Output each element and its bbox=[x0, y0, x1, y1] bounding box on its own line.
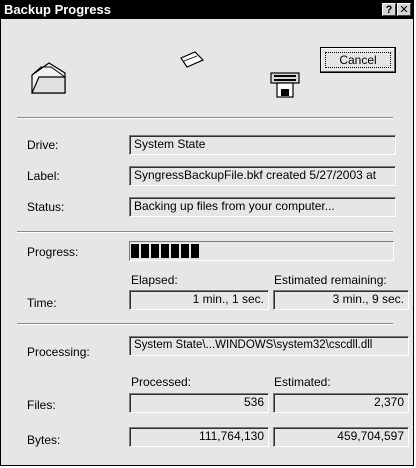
separator bbox=[17, 323, 393, 325]
bytes-label: Bytes: bbox=[27, 433, 61, 447]
files-label: Files: bbox=[27, 398, 56, 412]
folder-icon bbox=[31, 62, 66, 94]
help-button[interactable]: ? bbox=[382, 3, 396, 16]
time-label: Time: bbox=[27, 296, 57, 310]
progress-block bbox=[191, 244, 199, 258]
bytes-processed-field: 111,764,130 bbox=[129, 427, 269, 447]
progress-block bbox=[181, 244, 189, 258]
elapsed-header: Elapsed: bbox=[131, 273, 178, 287]
estimated-header: Estimated: bbox=[274, 375, 331, 389]
processed-header: Processed: bbox=[131, 375, 192, 389]
separator bbox=[17, 231, 393, 233]
label-field: SyngressBackupFile.bkf created 5/27/2003… bbox=[129, 166, 396, 186]
cancel-button-label: Cancel bbox=[325, 52, 391, 68]
status-label: Status: bbox=[27, 200, 65, 214]
processing-field: System State\...WINDOWS\system32\cscdll.… bbox=[129, 336, 409, 356]
window-title: Backup Progress bbox=[4, 2, 111, 17]
drive-label: Drive: bbox=[27, 138, 59, 152]
label-label: Label: bbox=[27, 169, 60, 183]
elapsed-field: 1 min., 1 sec. bbox=[129, 290, 269, 310]
progress-block bbox=[131, 244, 139, 258]
backup-drive-icon bbox=[270, 72, 300, 98]
progress-block bbox=[171, 244, 179, 258]
progress-bar bbox=[129, 241, 394, 261]
files-estimated-field: 2,370 bbox=[273, 393, 409, 413]
separator bbox=[17, 117, 393, 119]
remaining-header: Estimated remaining: bbox=[274, 273, 387, 287]
flying-document-icon bbox=[180, 51, 205, 68]
backup-progress-dialog: Backup Progress ? ✕ Cancel Drive: System… bbox=[0, 0, 414, 466]
progress-fill bbox=[131, 244, 199, 258]
remaining-field: 3 min., 9 sec. bbox=[273, 290, 409, 310]
title-bar[interactable]: Backup Progress ? ✕ bbox=[1, 1, 413, 19]
progress-block bbox=[161, 244, 169, 258]
cancel-button[interactable]: Cancel bbox=[320, 47, 396, 73]
bytes-estimated-field: 459,704,597 bbox=[273, 427, 409, 447]
progress-block bbox=[141, 244, 149, 258]
files-processed-field: 536 bbox=[129, 393, 269, 413]
progress-block bbox=[151, 244, 159, 258]
progress-label: Progress: bbox=[27, 245, 79, 259]
close-button[interactable]: ✕ bbox=[397, 3, 411, 16]
processing-label: Processing: bbox=[27, 345, 90, 359]
status-field: Backing up files from your computer... bbox=[129, 197, 396, 217]
drive-field: System State bbox=[129, 135, 396, 155]
